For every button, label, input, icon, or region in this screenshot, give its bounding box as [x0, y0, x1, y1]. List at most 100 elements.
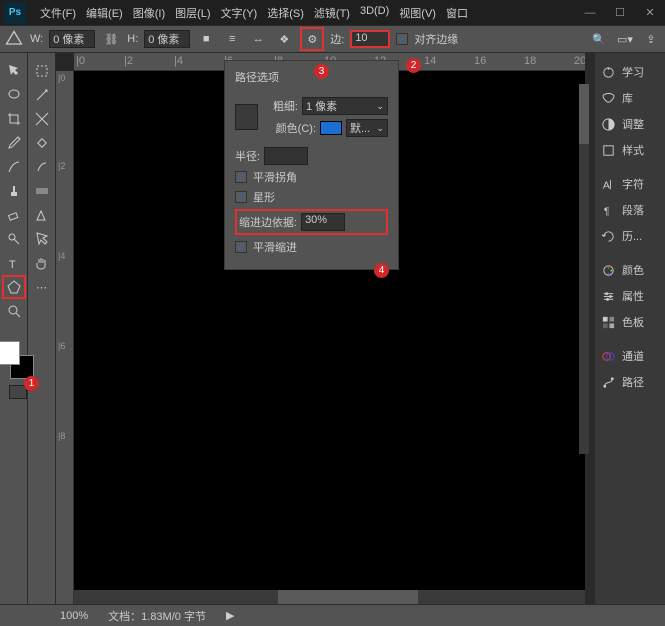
- smooth-corners-checkbox[interactable]: ✓平滑拐角: [235, 169, 388, 185]
- popover-title: 路径选项: [235, 67, 388, 89]
- vertical-scrollbar[interactable]: [579, 84, 589, 454]
- panel-swatches[interactable]: 色板: [595, 309, 665, 335]
- gradient-tool[interactable]: [30, 179, 54, 203]
- gear-icon[interactable]: ⚙: [300, 27, 324, 51]
- indent-row: 缩进边依据: 30%: [235, 209, 388, 235]
- move-tool[interactable]: [2, 59, 26, 83]
- panel-libraries[interactable]: 库: [595, 85, 665, 111]
- options-bar: W: 0 像素 ⛓ H: 0 像素 ■ ≡ ↔ ❖ ⚙ 边: 10 ✓对齐边缘 …: [0, 25, 665, 53]
- menu-layer[interactable]: 图层(L): [171, 2, 214, 24]
- color-swatches[interactable]: [0, 337, 36, 381]
- healing-tool[interactable]: [30, 131, 54, 155]
- align-edges-label: 对齐边缘: [414, 31, 458, 47]
- menu-edit[interactable]: 编辑(E): [82, 2, 127, 24]
- doc-info-arrow[interactable]: ▶: [226, 609, 234, 622]
- app-logo: Ps: [4, 2, 26, 24]
- thickness-select[interactable]: 1 像素⌄: [302, 97, 388, 115]
- maximize-button[interactable]: ☐: [605, 0, 635, 25]
- menu-select[interactable]: 选择(S): [263, 2, 308, 24]
- type-tool[interactable]: T: [2, 251, 26, 275]
- annotation-badge-3: 3: [314, 64, 329, 79]
- distribute-icon[interactable]: ↔: [248, 29, 268, 49]
- height-input[interactable]: 0 像素: [144, 30, 190, 48]
- width-input[interactable]: 0 像素: [49, 30, 95, 48]
- history-brush-tool[interactable]: [30, 155, 54, 179]
- panel-paths[interactable]: 路径: [595, 369, 665, 395]
- title-bar: Ps 文件(F) 编辑(E) 图像(I) 图层(L) 文字(Y) 选择(S) 滤…: [0, 0, 665, 25]
- menu-window[interactable]: 窗口: [442, 2, 472, 24]
- search-icon[interactable]: 🔍: [589, 29, 609, 49]
- close-button[interactable]: ✕: [635, 0, 665, 25]
- quickmask-icon[interactable]: [9, 385, 27, 399]
- doc-info: 文档：1.83M/0 字节: [108, 608, 206, 624]
- fill-icon[interactable]: ■: [196, 29, 216, 49]
- path-options-popover: 路径选项 粗细: 1 像素⌄ 颜色(C): 默...⌄ 半径: ✓平滑拐角 ✓星…: [224, 60, 399, 270]
- brush-tool[interactable]: [2, 155, 26, 179]
- height-label: H:: [127, 33, 138, 45]
- star-checkbox[interactable]: ✓星形: [235, 189, 388, 205]
- panel-properties[interactable]: 属性: [595, 283, 665, 309]
- panel-adjustments[interactable]: 调整: [595, 111, 665, 137]
- radius-label: 半径:: [235, 148, 260, 164]
- minimize-button[interactable]: —: [575, 0, 605, 25]
- panel-learn[interactable]: 学习: [595, 59, 665, 85]
- zoom-tool[interactable]: [2, 299, 26, 323]
- annotation-badge-1: 1: [24, 376, 39, 391]
- fg-color-swatch[interactable]: [0, 341, 20, 365]
- thickness-label: 粗细:: [266, 98, 298, 114]
- workspace-icon[interactable]: ▭▾: [615, 29, 635, 49]
- magic-wand-tool[interactable]: [30, 83, 54, 107]
- hand-tool[interactable]: [30, 251, 54, 275]
- eyedropper-tool[interactable]: [2, 131, 26, 155]
- annotation-badge-4: 4: [374, 263, 389, 278]
- toolbox-col2: ⋯: [28, 53, 56, 604]
- menu-image[interactable]: 图像(I): [129, 2, 169, 24]
- radius-input[interactable]: [264, 147, 308, 165]
- link-wh-icon[interactable]: ⛓: [101, 29, 121, 49]
- menu-type[interactable]: 文字(Y): [217, 2, 262, 24]
- indent-input[interactable]: 30%: [301, 213, 345, 231]
- color-chip[interactable]: [320, 121, 342, 135]
- marquee-tool[interactable]: [30, 59, 54, 83]
- ruler-vertical: |0 |2 |4 |6 |8: [56, 71, 74, 604]
- color-select[interactable]: 默...⌄: [346, 119, 388, 137]
- dodge-tool[interactable]: [2, 227, 26, 251]
- slice-tool[interactable]: [30, 107, 54, 131]
- panel-channels[interactable]: 通道: [595, 343, 665, 369]
- pen-tool[interactable]: [30, 203, 54, 227]
- lasso-tool[interactable]: [2, 83, 26, 107]
- eraser-tool[interactable]: [2, 203, 26, 227]
- annotation-badge-2: 2: [406, 58, 421, 73]
- preview-thumb: [235, 104, 258, 130]
- svg-text:T: T: [9, 259, 16, 271]
- align-icon[interactable]: ≡: [222, 29, 242, 49]
- toolbox-col1: T: [0, 53, 28, 604]
- panel-history[interactable]: 历...: [595, 223, 665, 249]
- svg-text:¶: ¶: [604, 206, 610, 217]
- right-panel: 学习 库 调整 样式 A字符 ¶段落 历... 颜色 属性 色板 通道 路径: [585, 53, 665, 604]
- menu-filter[interactable]: 滤镜(T): [310, 2, 354, 24]
- stack-icon[interactable]: ❖: [274, 29, 294, 49]
- panel-character[interactable]: A字符: [595, 171, 665, 197]
- panel-styles[interactable]: 样式: [595, 137, 665, 163]
- align-edges-checkbox[interactable]: ✓对齐边缘: [396, 31, 458, 47]
- tool-preset-icon[interactable]: [4, 29, 24, 49]
- indent-label: 缩进边依据:: [239, 214, 297, 230]
- panel-paragraph[interactable]: ¶段落: [595, 197, 665, 223]
- share-icon[interactable]: ⇪: [641, 29, 661, 49]
- path-select-tool[interactable]: [30, 227, 54, 251]
- menu-view[interactable]: 视图(V): [395, 2, 440, 24]
- window-controls: — ☐ ✕: [575, 0, 665, 25]
- panel-color[interactable]: 颜色: [595, 257, 665, 283]
- zoom-level[interactable]: 100%: [60, 610, 88, 622]
- stamp-tool[interactable]: [2, 179, 26, 203]
- menu-file[interactable]: 文件(F): [36, 2, 80, 24]
- sides-label: 边:: [330, 31, 344, 47]
- menu-3d[interactable]: 3D(D): [356, 2, 393, 24]
- sides-input[interactable]: 10: [350, 30, 390, 48]
- polygon-tool[interactable]: [2, 275, 26, 299]
- horizontal-scrollbar[interactable]: [74, 590, 585, 604]
- crop-tool[interactable]: [2, 107, 26, 131]
- smooth-indent-checkbox[interactable]: ✓平滑缩进: [235, 239, 388, 255]
- misc-tool[interactable]: ⋯: [30, 275, 54, 299]
